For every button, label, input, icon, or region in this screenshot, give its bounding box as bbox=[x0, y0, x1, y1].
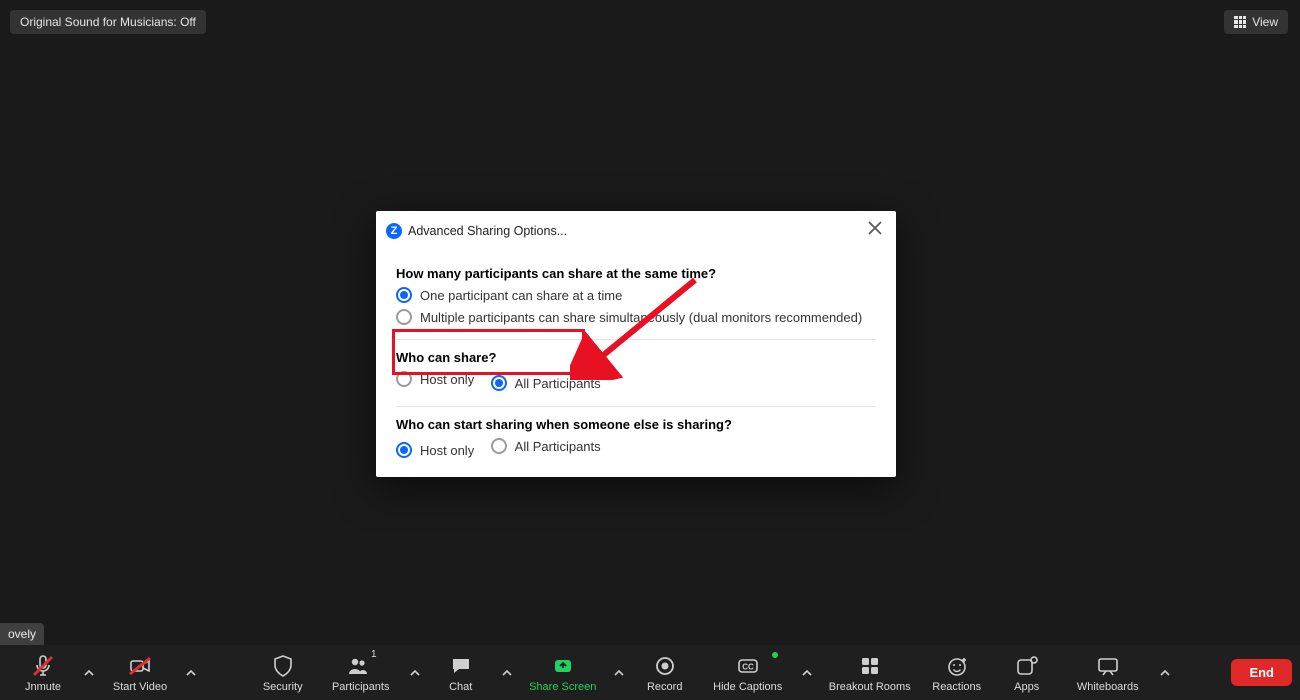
meeting-stage: Original Sound for Musicians: Off View o… bbox=[0, 0, 1300, 700]
radio-label: Host only bbox=[420, 443, 474, 458]
radio-label: All Participants bbox=[515, 376, 601, 391]
zoom-logo-icon: Z bbox=[386, 223, 402, 239]
radio-host-only-start[interactable]: Host only bbox=[396, 442, 474, 458]
toolbar-label: Hide Captions bbox=[713, 682, 782, 693]
question-simultaneous-share: How many participants can share at the s… bbox=[396, 266, 876, 281]
toolbar-label: Chat bbox=[449, 682, 472, 693]
participants-icon bbox=[346, 654, 370, 678]
advanced-sharing-dialog: Z Advanced Sharing Options... How many p… bbox=[376, 211, 896, 477]
radio-label: One participant can share at a time bbox=[420, 288, 622, 303]
radio-host-only-share[interactable]: Host only bbox=[396, 371, 474, 387]
hide-captions-button[interactable]: CC Hide Captions bbox=[700, 650, 796, 695]
smile-plus-icon bbox=[945, 654, 969, 678]
participants-options-caret[interactable] bbox=[404, 653, 426, 693]
security-button[interactable]: Security bbox=[248, 650, 318, 695]
closed-captions-icon: CC bbox=[736, 654, 760, 678]
unmute-button[interactable]: Jnmute bbox=[8, 650, 78, 695]
toolbar-label: Share Screen bbox=[529, 682, 596, 693]
toolbar-label: Record bbox=[647, 682, 682, 693]
radio-icon bbox=[396, 371, 412, 387]
toolbar-label: Breakout Rooms bbox=[829, 682, 911, 693]
chevron-up-icon bbox=[1160, 668, 1170, 678]
radio-icon bbox=[491, 438, 507, 454]
chevron-up-icon bbox=[614, 668, 624, 678]
toolbar-label: Reactions bbox=[932, 682, 981, 693]
microphone-muted-icon bbox=[31, 654, 55, 678]
radio-all-participants-start[interactable]: All Participants bbox=[491, 438, 601, 454]
toolbar-label: Participants bbox=[332, 682, 389, 693]
radio-label: Multiple participants can share simultan… bbox=[420, 310, 862, 325]
chat-button[interactable]: Chat bbox=[426, 650, 496, 695]
meeting-toolbar: Jnmute Start Video Security bbox=[0, 645, 1300, 700]
shield-icon bbox=[271, 654, 295, 678]
captions-options-caret[interactable] bbox=[796, 653, 818, 693]
toolbar-label: Start Video bbox=[113, 682, 167, 693]
breakout-rooms-icon bbox=[858, 654, 882, 678]
radio-multiple-participants[interactable]: Multiple participants can share simultan… bbox=[396, 309, 876, 325]
participants-count: 1 bbox=[371, 650, 377, 660]
radio-one-participant[interactable]: One participant can share at a time bbox=[396, 287, 876, 303]
radio-icon bbox=[396, 309, 412, 325]
audio-options-caret[interactable] bbox=[78, 653, 100, 693]
breakout-rooms-button[interactable]: Breakout Rooms bbox=[818, 650, 922, 695]
chevron-up-icon bbox=[186, 668, 196, 678]
radio-label: All Participants bbox=[515, 439, 601, 454]
grid-icon bbox=[1234, 16, 1246, 28]
share-screen-icon bbox=[551, 654, 575, 678]
dialog-header: Z Advanced Sharing Options... bbox=[376, 211, 896, 250]
dialog-body: How many participants can share at the s… bbox=[376, 250, 896, 477]
share-options-caret[interactable] bbox=[608, 653, 630, 693]
end-button[interactable]: End bbox=[1231, 659, 1292, 686]
chevron-up-icon bbox=[502, 668, 512, 678]
original-sound-toggle[interactable]: Original Sound for Musicians: Off bbox=[10, 10, 206, 34]
toolbar-label: Security bbox=[263, 682, 303, 693]
chevron-up-icon bbox=[84, 668, 94, 678]
toolbar-label: Whiteboards bbox=[1077, 682, 1139, 693]
radio-icon bbox=[491, 375, 507, 391]
close-button[interactable] bbox=[864, 217, 886, 244]
radio-all-participants-share[interactable]: All Participants bbox=[491, 375, 601, 391]
share-screen-button[interactable]: Share Screen bbox=[518, 650, 608, 695]
chevron-up-icon bbox=[410, 668, 420, 678]
apps-button[interactable]: Apps bbox=[992, 650, 1062, 695]
reactions-button[interactable]: Reactions bbox=[922, 650, 992, 695]
participants-button[interactable]: 1 Participants bbox=[318, 650, 404, 695]
chevron-up-icon bbox=[802, 668, 812, 678]
view-label: View bbox=[1252, 15, 1278, 29]
record-icon bbox=[653, 654, 677, 678]
view-button[interactable]: View bbox=[1224, 10, 1288, 34]
whiteboard-icon bbox=[1096, 654, 1120, 678]
svg-text:CC: CC bbox=[742, 663, 754, 672]
toolbar-label: Apps bbox=[1014, 682, 1039, 693]
apps-icon bbox=[1015, 654, 1039, 678]
whiteboards-options-caret[interactable] bbox=[1154, 653, 1176, 693]
caption-active-indicator-icon bbox=[772, 652, 778, 658]
start-video-button[interactable]: Start Video bbox=[100, 650, 180, 695]
question-who-can-start: Who can start sharing when someone else … bbox=[396, 417, 876, 432]
question-who-can-share: Who can share? bbox=[396, 350, 876, 365]
divider bbox=[396, 406, 876, 407]
whiteboards-button[interactable]: Whiteboards bbox=[1062, 650, 1154, 695]
radio-icon bbox=[396, 287, 412, 303]
chat-icon bbox=[449, 654, 473, 678]
chat-options-caret[interactable] bbox=[496, 653, 518, 693]
radio-icon bbox=[396, 442, 412, 458]
participant-name-tag: ovely bbox=[0, 623, 44, 645]
radio-label: Host only bbox=[420, 372, 474, 387]
divider bbox=[396, 339, 876, 340]
dialog-title: Advanced Sharing Options... bbox=[408, 224, 567, 238]
video-off-icon bbox=[128, 654, 152, 678]
video-options-caret[interactable] bbox=[180, 653, 202, 693]
toolbar-label: Jnmute bbox=[25, 682, 61, 693]
record-button[interactable]: Record bbox=[630, 650, 700, 695]
close-icon bbox=[868, 221, 882, 235]
